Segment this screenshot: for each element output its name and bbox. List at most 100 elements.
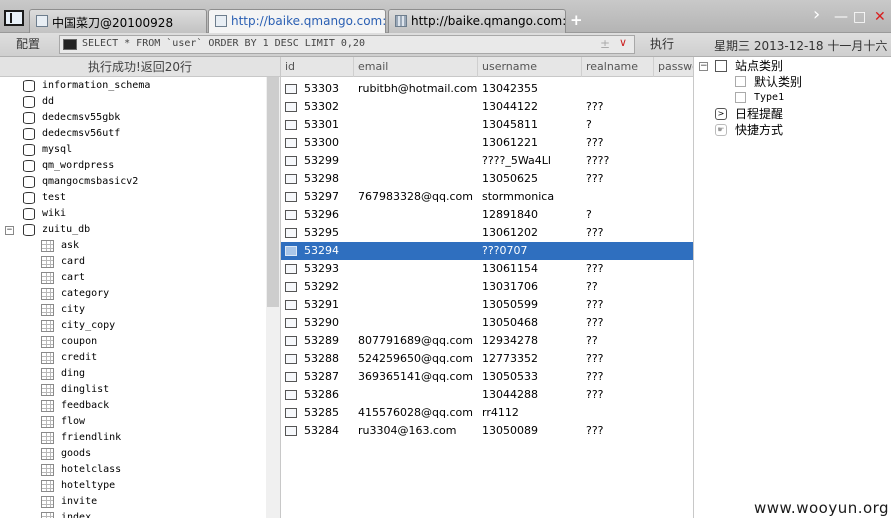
database-icon xyxy=(23,192,35,204)
table-row[interactable]: 53292 13031706?? xyxy=(281,278,693,296)
row-icon xyxy=(285,228,297,238)
scrollbar-thumb[interactable] xyxy=(267,77,279,307)
collapse-icon[interactable]: − xyxy=(699,62,708,71)
table-label: city_copy xyxy=(61,320,116,331)
table-label: card xyxy=(61,256,86,267)
collapse-icon[interactable]: − xyxy=(5,226,14,235)
cell-email: 524259650@qq.com xyxy=(358,352,473,365)
cell-realname: ??? xyxy=(586,424,604,437)
cell-username: 13061202 xyxy=(482,226,538,239)
cell-id: 53291 xyxy=(304,298,339,311)
column-header-username[interactable]: username xyxy=(478,57,582,77)
shortcuts-label: 快捷方式 xyxy=(735,123,784,137)
tab-caidao[interactable]: 中国菜刀@20100928 xyxy=(29,9,207,33)
table-row[interactable]: 53294 ???0707 xyxy=(281,242,693,260)
column-header-password[interactable]: passwo xyxy=(654,57,693,77)
config-button[interactable]: 配置 xyxy=(8,35,48,54)
row-icon xyxy=(285,138,297,148)
cell-email: ru3304@163.com xyxy=(358,424,457,437)
table-row[interactable]: 53303 rubitbh@hotmail.com 13042355 xyxy=(281,80,693,98)
cell-realname: ??? xyxy=(586,370,604,383)
table-icon xyxy=(41,496,54,508)
table-row[interactable]: 53287 369365141@qq.com 13050533??? xyxy=(281,368,693,386)
database-label: dedecmsv55gbk xyxy=(42,112,121,123)
database-icon xyxy=(23,144,35,156)
table-row[interactable]: 53291 13050599??? xyxy=(281,296,693,314)
table-row[interactable]: 53298 13050625??? xyxy=(281,170,693,188)
new-tab-button[interactable]: + xyxy=(570,11,583,29)
plus-minus-icon[interactable]: ± xyxy=(600,37,610,51)
sql-input[interactable]: SELECT * FROM `user` ORDER BY 1 DESC LIM… xyxy=(59,35,635,54)
minimize-button[interactable]: — xyxy=(834,9,848,25)
row-icon xyxy=(285,210,297,220)
watermark: www.wooyun.org xyxy=(754,499,890,517)
cell-id: 53293 xyxy=(304,262,339,275)
table-icon xyxy=(41,512,54,518)
table-row[interactable]: 53286 13044288??? xyxy=(281,386,693,404)
table-row[interactable]: 53290 13050468??? xyxy=(281,314,693,332)
default-category-label: 默认类别 xyxy=(754,75,803,89)
database-label: qm_wordpress xyxy=(42,160,115,171)
table-label: hotelclass xyxy=(61,464,122,475)
cell-username: 13044122 xyxy=(482,100,538,113)
cell-realname: ?? xyxy=(586,334,598,347)
maximize-button[interactable]: □ xyxy=(853,9,866,25)
row-icon xyxy=(285,426,297,436)
table-icon xyxy=(41,304,54,316)
table-row[interactable]: 53284 ru3304@163.com 13050089??? xyxy=(281,422,693,440)
row-icon xyxy=(285,372,297,382)
table-row[interactable]: 53297 767983328@qq.com stormmonica xyxy=(281,188,693,206)
table-row[interactable]: 53302 13044122??? xyxy=(281,98,693,116)
terminal-icon xyxy=(63,39,77,50)
row-icon xyxy=(285,84,297,94)
table-icon xyxy=(41,352,54,364)
row-icon xyxy=(285,318,297,328)
cell-id: 53292 xyxy=(304,280,339,293)
table-row[interactable]: 53301 13045811? xyxy=(281,116,693,134)
table-icon xyxy=(41,400,54,412)
database-icon xyxy=(23,208,35,220)
tab-baike-2[interactable]: http://baike.qmango.com:808... xyxy=(388,9,566,33)
cell-username: 13050089 xyxy=(482,424,538,437)
database-label: mysql xyxy=(42,144,73,155)
database-icon xyxy=(23,176,35,188)
database-label: zuitu_db xyxy=(42,224,91,235)
tree-scrollbar[interactable] xyxy=(266,77,280,518)
cell-username: 13044288 xyxy=(482,388,538,401)
table-row[interactable]: 53288 524259650@qq.com 12773352??? xyxy=(281,350,693,368)
folder-icon xyxy=(715,60,727,72)
table-row[interactable]: 53299 ????_5Wa4Ll???? xyxy=(281,152,693,170)
site-category-label: 站点类别 xyxy=(735,59,784,73)
sql-text: SELECT * FROM `user` ORDER BY 1 DESC LIM… xyxy=(82,38,365,49)
cell-id: 53295 xyxy=(304,226,339,239)
tab-baike-1[interactable]: http://baike.qmango.com:808... xyxy=(208,9,386,34)
row-icon xyxy=(285,246,297,256)
table-row[interactable]: 53289 807791689@qq.com 12934278?? xyxy=(281,332,693,350)
cell-realname: ??? xyxy=(586,100,604,113)
column-header-realname[interactable]: realname xyxy=(582,57,654,77)
database-icon xyxy=(23,224,35,236)
execute-button[interactable]: 执行 xyxy=(640,35,684,54)
table-icon xyxy=(41,464,54,476)
table-row[interactable]: 53285 415576028@qq.com rr4112 xyxy=(281,404,693,422)
table-label: feedback xyxy=(61,400,110,411)
table-icon xyxy=(41,432,54,444)
database-icon xyxy=(23,112,35,124)
column-header-id[interactable]: id xyxy=(281,57,354,77)
cell-username: 13045811 xyxy=(482,118,538,131)
table-row[interactable]: 53293 13061154??? xyxy=(281,260,693,278)
forward-icon[interactable]: › xyxy=(813,6,820,24)
column-header-email[interactable]: email xyxy=(354,57,478,77)
chevron-down-icon[interactable]: ∨ xyxy=(619,36,627,49)
row-icon xyxy=(285,282,297,292)
table-row[interactable]: 53296 12891840? xyxy=(281,206,693,224)
cell-id: 53284 xyxy=(304,424,339,437)
database-tree-panel: 执行成功!返回20行 information_schema dd dedecmsv5… xyxy=(0,57,281,518)
panel-toggle-icon[interactable] xyxy=(4,10,24,26)
table-row[interactable]: 53295 13061202??? xyxy=(281,224,693,242)
cell-username: 12891840 xyxy=(482,208,538,221)
cell-id: 53296 xyxy=(304,208,339,221)
table-row[interactable]: 53300 13061221??? xyxy=(281,134,693,152)
close-button[interactable]: ✕ xyxy=(874,9,886,25)
page-icon xyxy=(735,76,746,87)
